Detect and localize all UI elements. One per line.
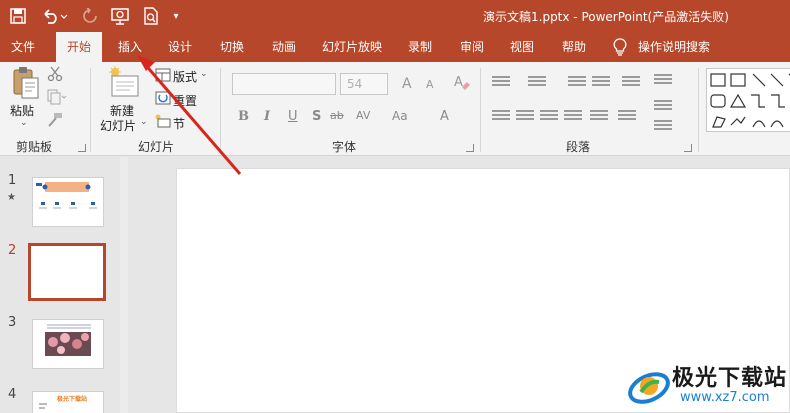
smartart-icon[interactable] (654, 120, 672, 134)
bold-button[interactable]: B (238, 109, 249, 124)
present-from-start-icon[interactable] (108, 5, 132, 27)
slides-pane: 1 ★ 2 3 4 极光下载站 (0, 157, 128, 413)
font-color-button[interactable]: A (440, 109, 449, 124)
align-left-icon[interactable] (492, 110, 510, 124)
layout-dropdown-icon[interactable]: ⌄ (200, 69, 208, 79)
tab-insert[interactable]: 插入 (108, 32, 152, 62)
align-center-icon[interactable] (516, 110, 534, 124)
slides-pane-scrollbar[interactable] (120, 157, 128, 413)
print-preview-icon[interactable] (140, 5, 162, 27)
strikethrough-button[interactable]: ab (330, 109, 344, 122)
change-case-button[interactable]: Aa (392, 109, 408, 123)
watermark-url: www.xz7.com (680, 390, 770, 405)
tab-review[interactable]: 审阅 (450, 32, 494, 62)
window-title: 演示文稿1.pptx - PowerPoint(产品激活失败) (483, 10, 729, 24)
paste-icon[interactable] (8, 66, 42, 102)
slide-number: 2 (8, 243, 17, 258)
tab-home[interactable]: 开始 (56, 32, 102, 62)
underline-button[interactable]: U (288, 109, 298, 124)
tab-help[interactable]: 帮助 (552, 32, 596, 62)
tell-me-search[interactable]: 操作说明搜索 (638, 32, 720, 62)
watermark-title: 极光下载站 (672, 366, 788, 391)
save-icon[interactable] (8, 5, 28, 27)
tab-transitions[interactable]: 切换 (210, 32, 254, 62)
group-divider (90, 68, 91, 152)
group-divider (220, 68, 221, 152)
slide-number: 3 (8, 315, 17, 330)
lightbulb-icon (612, 38, 628, 56)
bullets-icon[interactable] (492, 76, 510, 90)
shapes-gallery[interactable] (706, 68, 790, 132)
slide-thumbnail[interactable] (32, 177, 104, 227)
font-group-label: 字体 (332, 140, 357, 154)
slide-number: 4 (8, 387, 17, 402)
line-spacing-icon[interactable] (622, 76, 640, 90)
increase-indent-icon[interactable] (592, 76, 610, 90)
new-slide-label-2[interactable]: 幻灯片 (100, 117, 136, 134)
watermark-logo (628, 372, 670, 404)
clipboard-launcher-icon[interactable] (78, 144, 86, 152)
decrease-indent-icon[interactable] (568, 76, 586, 90)
new-slide-icon[interactable] (106, 66, 140, 100)
font-launcher-icon[interactable] (466, 144, 474, 152)
animation-star-icon: ★ (7, 192, 16, 203)
reset-label[interactable]: 重置 (173, 92, 197, 109)
format-painter-icon[interactable] (46, 112, 64, 130)
section-label[interactable]: 节 (173, 115, 185, 132)
align-right-icon[interactable] (540, 110, 558, 124)
title-bar: ▾ 演示文稿1.pptx - PowerPoint(产品激活失败) (0, 0, 790, 32)
tab-animations[interactable]: 动画 (262, 32, 306, 62)
columns-icon[interactable] (618, 110, 636, 124)
menu-bar: 文件 开始 插入 设计 切换 动画 幻灯片放映 录制 审阅 视图 帮助 操作说明… (0, 32, 790, 62)
clear-formatting-icon[interactable]: A (452, 73, 472, 93)
section-icon[interactable] (154, 114, 172, 130)
watermark: 极光下载站 www.xz7.com (625, 360, 790, 412)
clipboard-group-label: 剪贴板 (16, 140, 53, 154)
distributed-icon[interactable] (590, 110, 608, 124)
layout-label[interactable]: 版式 (173, 68, 197, 85)
new-slide-dropdown-icon[interactable]: ⌄ (140, 117, 148, 127)
paste-dropdown-icon[interactable]: ⌄ (20, 118, 28, 128)
font-size-combo[interactable]: 54 (340, 73, 388, 95)
font-size-value: 54 (347, 77, 363, 91)
slide-thumbnail[interactable]: 极光下载站 (32, 391, 104, 413)
reset-icon[interactable] (154, 91, 172, 107)
tab-design[interactable]: 设计 (158, 32, 202, 62)
paragraph-group-label: 段落 (566, 140, 591, 154)
text-direction-icon[interactable] (654, 74, 672, 88)
layout-icon[interactable] (154, 68, 172, 84)
customize-icon[interactable]: ▾ (170, 5, 182, 27)
tab-file[interactable]: 文件 (0, 32, 46, 62)
slide-thumbnail[interactable] (32, 319, 104, 369)
group-divider (480, 68, 481, 152)
shrink-font-button[interactable]: A (426, 78, 434, 91)
undo-icon[interactable] (40, 5, 70, 27)
font-name-combo[interactable] (232, 73, 336, 95)
copy-icon[interactable] (46, 89, 68, 107)
cut-icon[interactable] (46, 66, 64, 84)
justify-icon[interactable] (564, 110, 582, 124)
redo-icon[interactable] (80, 5, 100, 27)
paragraph-launcher-icon[interactable] (684, 144, 692, 152)
shadow-button[interactable]: S (312, 109, 321, 124)
grow-font-button[interactable]: A (402, 76, 412, 92)
paste-label[interactable]: 粘贴 (10, 102, 34, 119)
tab-record[interactable]: 录制 (398, 32, 442, 62)
slide-number: 1 (8, 173, 17, 188)
slide-thumbnail-selected[interactable] (28, 243, 106, 301)
align-text-icon[interactable] (654, 100, 672, 114)
svg-text:A: A (454, 75, 463, 90)
numbering-icon[interactable] (528, 76, 546, 90)
italic-button[interactable]: I (264, 109, 270, 124)
tab-slideshow[interactable]: 幻灯片放映 (316, 32, 388, 62)
slides-group-label: 幻灯片 (138, 140, 175, 154)
group-divider (698, 68, 699, 152)
ribbon: 粘贴 ⌄ 剪贴板 新建 幻灯片 ⌄ 版式 ⌄ 重置 节 幻灯片 54 A A A… (0, 62, 790, 156)
char-spacing-button[interactable]: AV (356, 109, 370, 122)
tab-view[interactable]: 视图 (500, 32, 544, 62)
